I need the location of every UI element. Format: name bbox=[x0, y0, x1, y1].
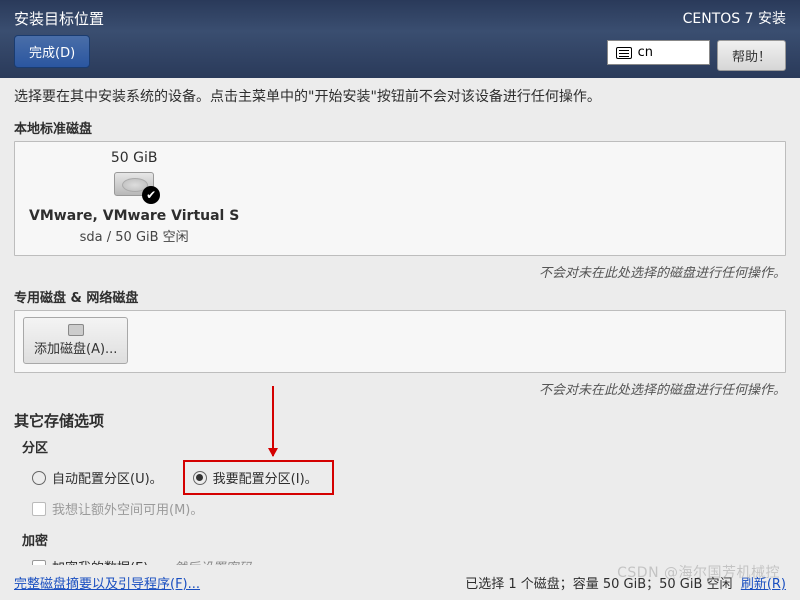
hard-drive-icon: ✔ bbox=[110, 172, 158, 202]
local-disks-label: 本地标准磁盘 bbox=[14, 118, 786, 137]
encrypt-label: 加密 bbox=[22, 530, 786, 549]
radio-manual-label: 我要配置分区(I)。 bbox=[213, 468, 318, 487]
keyboard-layout-indicator[interactable]: cn bbox=[607, 40, 710, 65]
selection-status: 已选择 1 个磁盘；容量 50 GiB；50 GiB 空闲 刷新(R) bbox=[465, 573, 786, 592]
local-disks-panel: 50 GiB ✔ VMware, VMware Virtual S sda / … bbox=[14, 141, 786, 256]
selected-check-icon: ✔ bbox=[142, 186, 160, 204]
done-button[interactable]: 完成(D) bbox=[14, 35, 90, 68]
special-disks-note: 不会对未在此处选择的磁盘进行任何操作。 bbox=[14, 379, 786, 398]
keyboard-icon bbox=[616, 47, 632, 59]
radio-icon bbox=[32, 471, 46, 485]
keyboard-layout-code: cn bbox=[638, 45, 653, 60]
disk-detail: sda / 50 GiB 空闲 bbox=[29, 226, 239, 245]
checkbox-extra-space: 我想让额外空间可用(M)。 bbox=[32, 495, 786, 522]
help-button[interactable]: 帮助！ bbox=[717, 40, 786, 71]
disk-add-icon bbox=[68, 324, 84, 336]
radio-auto-partition[interactable]: 自动配置分区(U)。 bbox=[32, 464, 163, 491]
footer-bar: 完整磁盘摘要以及引导程序(F)... 已选择 1 个磁盘；容量 50 GiB；5… bbox=[0, 565, 800, 600]
disk-item[interactable]: 50 GiB ✔ VMware, VMware Virtual S sda / … bbox=[23, 148, 245, 247]
radio-icon-selected bbox=[193, 471, 207, 485]
other-options-title: 其它存储选项 bbox=[14, 410, 786, 431]
partition-label: 分区 bbox=[22, 437, 786, 456]
extra-space-label: 我想让额外空间可用(M)。 bbox=[52, 499, 203, 518]
header-bar: 安装目标位置 CENTOS 7 安装 完成(D) cn 帮助！ bbox=[0, 0, 800, 78]
installer-subtitle: CENTOS 7 安装 bbox=[683, 8, 786, 28]
add-disk-label: 添加磁盘(A)... bbox=[34, 338, 117, 357]
disk-summary-link[interactable]: 完整磁盘摘要以及引导程序(F)... bbox=[14, 573, 200, 592]
intro-text: 选择要在其中安装系统的设备。点击主菜单中的"开始安装"按钮前不会对该设备进行任何… bbox=[14, 78, 786, 112]
checkbox-icon bbox=[32, 502, 46, 516]
special-disks-panel: 添加磁盘(A)... bbox=[14, 310, 786, 373]
radio-manual-partition[interactable]: 我要配置分区(I)。 bbox=[183, 460, 334, 495]
annotation-arrow bbox=[272, 386, 274, 456]
refresh-link[interactable]: 刷新(R) bbox=[741, 577, 786, 592]
local-disks-note: 不会对未在此处选择的磁盘进行任何操作。 bbox=[14, 262, 786, 281]
disk-name: VMware, VMware Virtual S bbox=[29, 208, 239, 224]
special-disks-label: 专用磁盘 & 网络磁盘 bbox=[14, 287, 786, 306]
add-disk-button[interactable]: 添加磁盘(A)... bbox=[23, 317, 128, 364]
disk-size: 50 GiB bbox=[29, 150, 239, 166]
page-title: 安装目标位置 bbox=[14, 8, 786, 29]
radio-auto-label: 自动配置分区(U)。 bbox=[52, 468, 163, 487]
